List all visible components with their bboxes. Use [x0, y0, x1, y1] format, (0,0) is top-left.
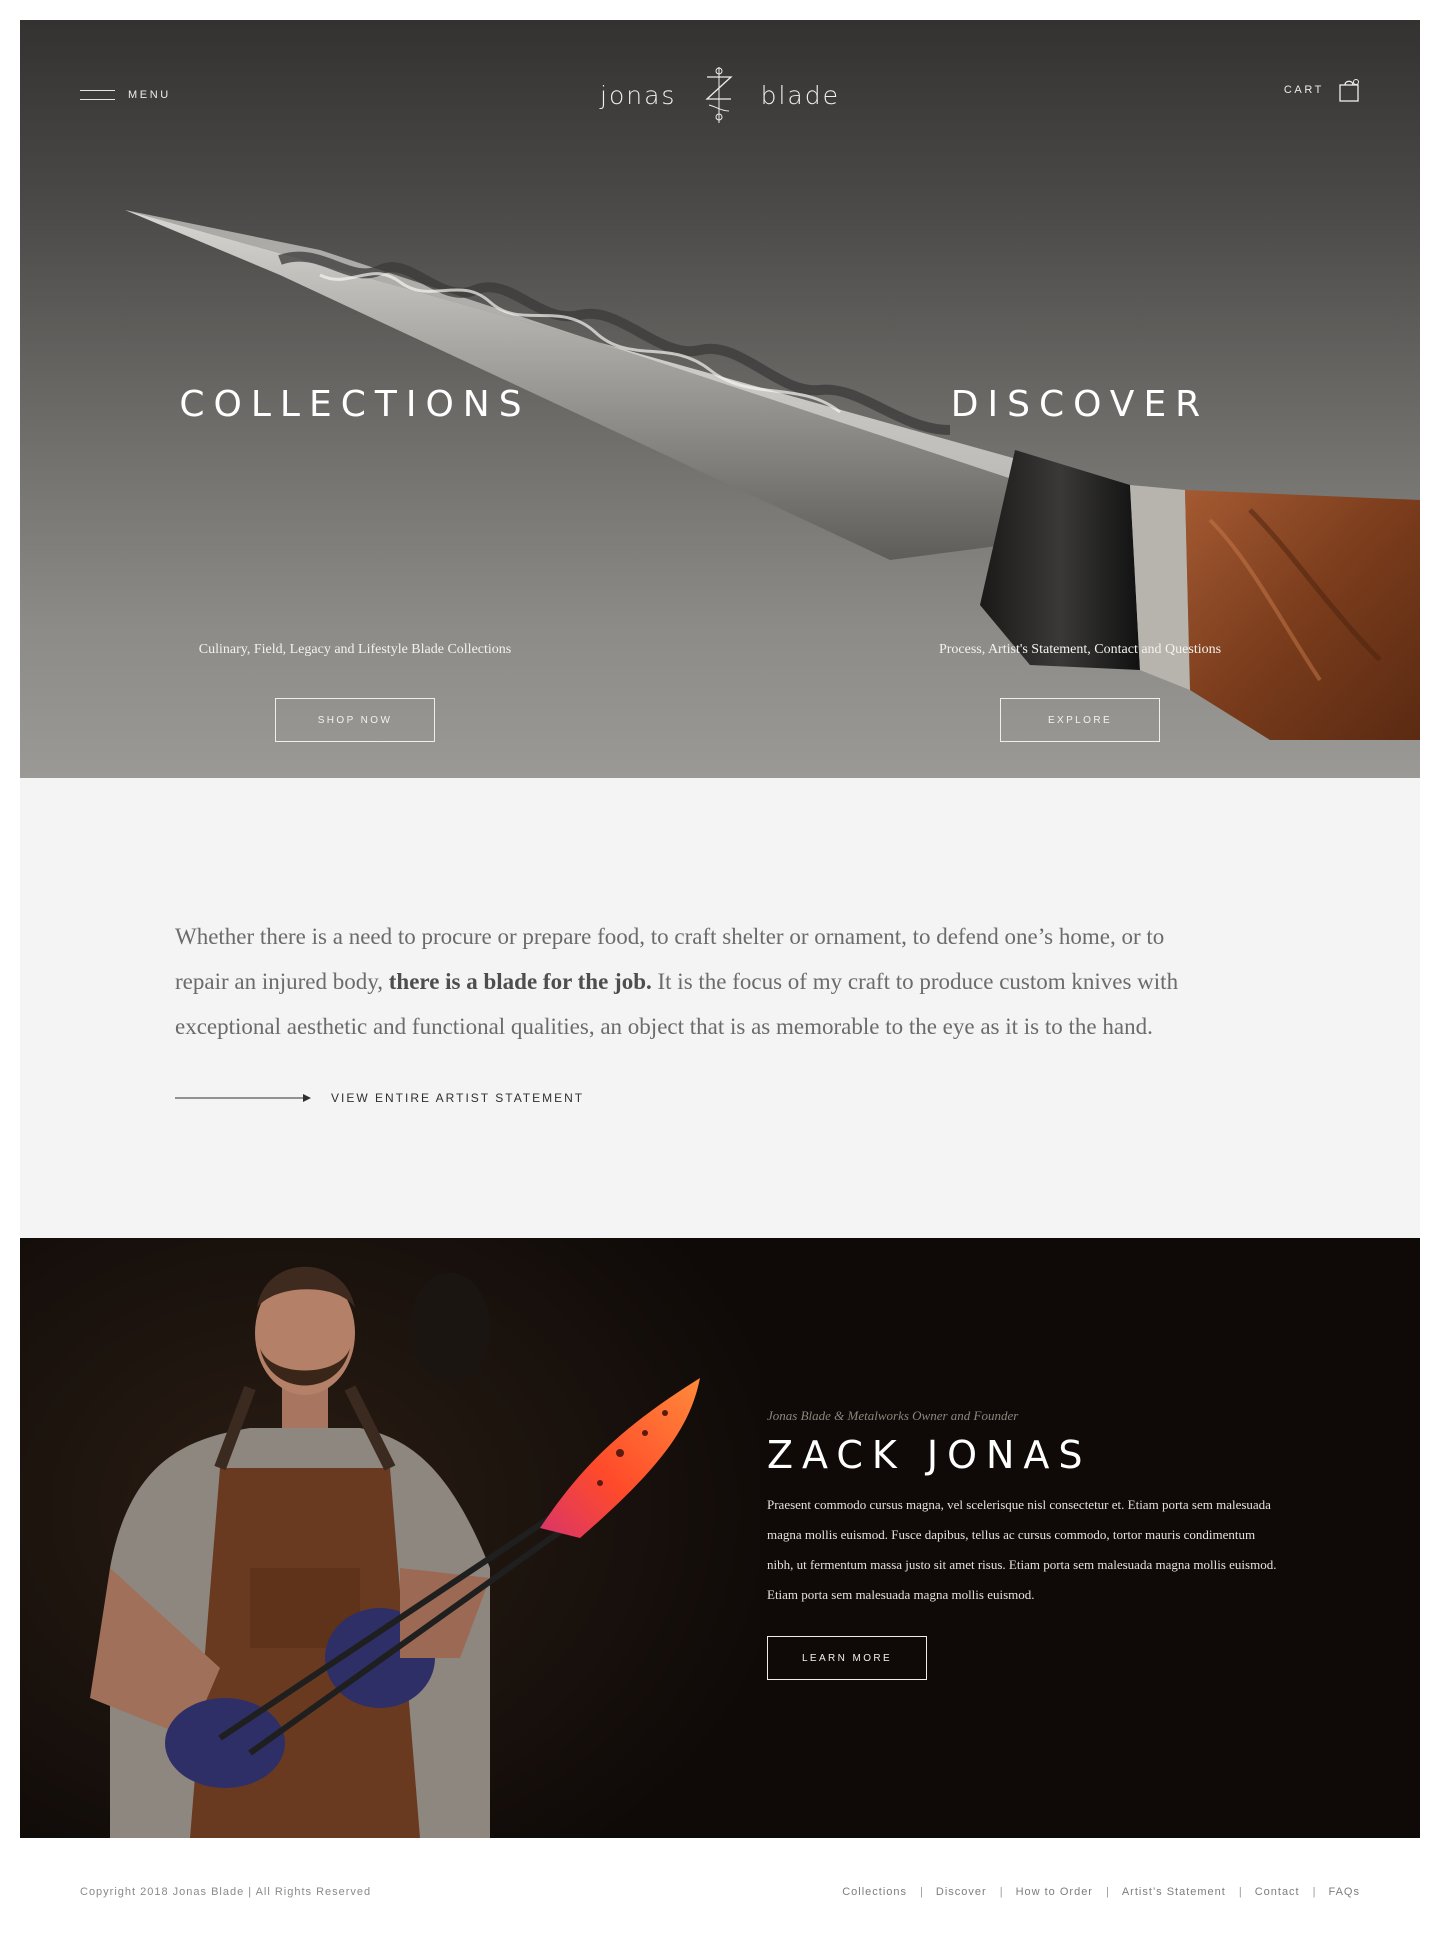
footer-link-contact[interactable]: Contact [1255, 1886, 1300, 1898]
shop-now-button[interactable]: SHOP NOW [275, 698, 435, 742]
footer-separator: | [920, 1886, 923, 1898]
logo-text-blade: blade [760, 80, 840, 110]
collections-title: COLLECTIONS [179, 384, 531, 425]
founder-photo [20, 1238, 760, 1838]
footer-link-discover[interactable]: Discover [936, 1886, 987, 1898]
cart-button[interactable]: CART [1284, 75, 1360, 105]
artist-statement-section: Whether there is a need to procure or pr… [20, 778, 1420, 1238]
footer-link-faqs[interactable]: FAQs [1328, 1886, 1360, 1898]
hamburger-icon [80, 89, 115, 101]
footer-separator: | [999, 1886, 1003, 1898]
view-artist-statement-link[interactable]: VIEW ENTIRE ARTIST STATEMENT [175, 1088, 584, 1108]
discover-subtitle: Process, Artist's Statement, Contact and… [938, 642, 1222, 657]
site-footer: Copyright 2018 Jonas Blade | All Rights … [20, 1838, 1420, 1943]
statement-text-bold: there is a blade for the job. [388, 969, 652, 994]
footer-separator: | [1312, 1886, 1316, 1898]
top-navigation-bar: MENU jonas blade CART [20, 20, 1420, 140]
hero-section: MENU jonas blade CART COLLECTIONS Culina [20, 20, 1420, 778]
discover-title: DISCOVER [950, 384, 1210, 425]
monogram-icon [704, 67, 733, 123]
footer-navigation: Collections | Discover | How to Order | … [842, 1886, 1360, 1898]
founder-info: Jonas Blade & Metalworks Owner and Found… [767, 1408, 1287, 1680]
founder-role: Jonas Blade & Metalworks Owner and Found… [767, 1408, 1019, 1423]
menu-label: MENU [128, 89, 171, 101]
logo-text-jonas: jonas [600, 80, 677, 110]
shopping-bag-icon [1339, 79, 1359, 102]
footer-link-collections[interactable]: Collections [842, 1886, 907, 1898]
cart-label: CART [1283, 84, 1324, 96]
arrow-right-icon [175, 1094, 311, 1102]
copyright-text: Copyright 2018 Jonas Blade | All Rights … [80, 1886, 372, 1898]
founder-bio: Praesent commodo cursus magna, vel scele… [767, 1497, 1277, 1602]
footer-separator: | [1238, 1886, 1242, 1898]
footer-link-how-to-order[interactable]: How to Order [1016, 1886, 1093, 1898]
collections-panel: COLLECTIONS Culinary, Field, Legacy and … [105, 380, 605, 742]
view-artist-statement-label: VIEW ENTIRE ARTIST STATEMENT [331, 1091, 585, 1105]
explore-button[interactable]: EXPLORE [1000, 698, 1160, 742]
founder-section: Jonas Blade & Metalworks Owner and Found… [20, 1238, 1420, 1838]
menu-button[interactable]: MENU [80, 80, 171, 110]
site-logo[interactable]: jonas blade [600, 60, 840, 130]
footer-separator: | [1105, 1886, 1109, 1898]
founder-name: ZACK JONAS [767, 1433, 1092, 1477]
discover-panel: DISCOVER Process, Artist's Statement, Co… [830, 380, 1330, 742]
learn-more-button[interactable]: LEARN MORE [767, 1636, 927, 1680]
statement-quote: Whether there is a need to procure or pr… [175, 914, 1205, 1049]
collections-subtitle: Culinary, Field, Legacy and Lifestyle Bl… [198, 642, 512, 657]
footer-link-artists-statement[interactable]: Artist’s Statement [1122, 1886, 1226, 1898]
